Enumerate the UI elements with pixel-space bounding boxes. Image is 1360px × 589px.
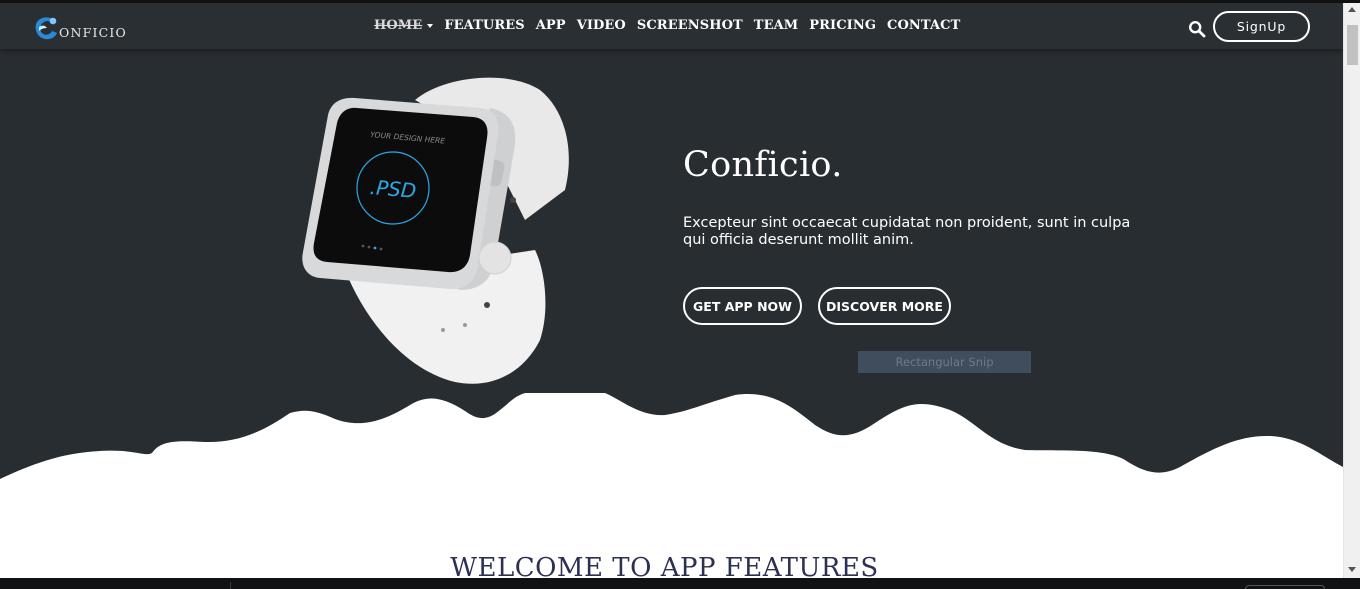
hero-wave-divider (0, 393, 1343, 485)
nav-item-team[interactable]: TEAM (754, 18, 798, 33)
nav-item-pricing[interactable]: PRICING (809, 18, 876, 33)
nav-item-home[interactable]: HOME (374, 18, 422, 33)
scroll-down-arrow-icon[interactable] (1348, 567, 1356, 572)
signup-button[interactable]: SignUp (1213, 11, 1310, 42)
taskbar-item[interactable] (1245, 585, 1325, 589)
hero-description: Excepteur sint occaecat cupidatat non pr… (683, 215, 1131, 248)
page: ONFICIO HOME FEATURES APP VIDEO SCREENSH… (0, 0, 1343, 589)
nav-item-app[interactable]: APP (536, 18, 566, 33)
discover-more-button[interactable]: DISCOVER MORE (818, 287, 951, 325)
navbar: ONFICIO HOME FEATURES APP VIDEO SCREENSH… (0, 3, 1343, 49)
hero-title: Conficio. (683, 145, 843, 185)
vertical-scrollbar[interactable] (1343, 3, 1360, 578)
nav-item-contact[interactable]: CONTACT (887, 18, 960, 33)
chevron-down-icon[interactable] (427, 23, 434, 28)
rectangular-snip-overlay[interactable]: Rectangular Snip (858, 351, 1031, 373)
taskbar (0, 578, 1360, 589)
scroll-up-arrow-icon[interactable] (1348, 7, 1356, 12)
logo-icon (35, 17, 57, 40)
nav-item-screenshot[interactable]: SCREENSHOT (637, 18, 743, 33)
nav-item-video[interactable]: VIDEO (577, 18, 626, 33)
window-top-border (0, 0, 1360, 3)
logo-text: ONFICIO (59, 25, 127, 40)
main-menu: HOME FEATURES APP VIDEO SCREENSHOT TEAM … (374, 18, 971, 33)
search-icon[interactable] (1188, 20, 1206, 38)
taskbar-divider (230, 582, 231, 589)
logo[interactable]: ONFICIO (33, 13, 127, 43)
scrollbar-thumb[interactable] (1347, 25, 1358, 65)
smartwatch-image: YOUR DESIGN HERE .PSD (302, 77, 569, 384)
nav-item-features[interactable]: FEATURES (444, 18, 524, 33)
get-app-now-button[interactable]: GET APP NOW (683, 287, 802, 325)
watch-screen-label: .PSD (369, 175, 417, 203)
